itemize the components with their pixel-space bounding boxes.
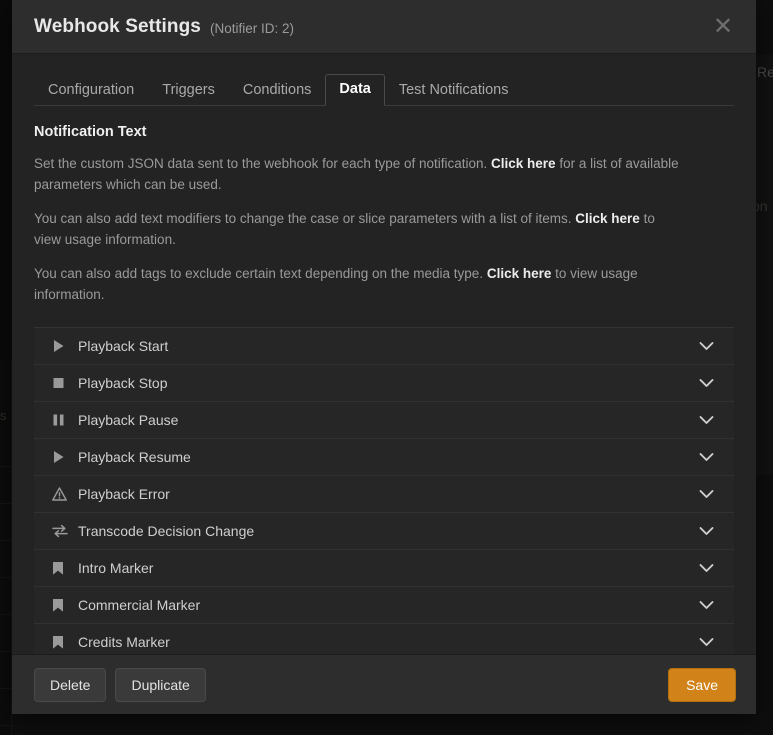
section-title: Notification Text [34,124,147,140]
tab-bar: Configuration Triggers Conditions Data T… [34,70,734,106]
modal-footer: Delete Duplicate Save [12,654,756,714]
accordion-row[interactable]: Transcode Decision Change [34,513,734,551]
bookmark-icon [52,561,74,576]
modal-body: Configuration Triggers Conditions Data T… [12,54,756,654]
accordion-row[interactable]: Playback Pause [34,402,734,440]
chevron-down-icon[interactable] [696,489,716,499]
play-icon [52,339,74,353]
accordion-row[interactable]: Credits Marker [34,624,734,654]
desc-1-before: Set the custom JSON data sent to the web… [34,156,492,171]
accordion-row-label: Commercial Marker [78,597,201,614]
tab-triggers[interactable]: Triggers [148,75,229,106]
accordion-row[interactable]: Playback Start [34,328,734,366]
chevron-down-icon[interactable] [696,378,716,388]
accordion-row[interactable]: Commercial Marker [34,587,734,625]
bookmark-icon [52,598,74,613]
chevron-down-icon[interactable] [696,415,716,425]
accordion-row-label: Credits Marker [78,634,170,651]
description-paragraph-3: You can also add tags to exclude certain… [34,264,684,305]
parameters-help-link[interactable]: Click here [491,156,556,171]
accordion-row-label: Transcode Decision Change [78,523,255,540]
delete-button[interactable]: Delete [34,667,107,702]
pause-icon [52,413,74,427]
page-title: Webhook Settings [34,15,201,37]
tab-data[interactable]: Data [325,74,385,106]
description-paragraph-2: You can also add text modifiers to chang… [34,209,684,250]
modal-header: Webhook Settings (Notifier ID: 2) ✕ [12,0,756,54]
desc-3-before: You can also add tags to exclude certain… [34,266,487,282]
accordion-row[interactable]: Playback Error [34,476,734,514]
close-icon[interactable]: ✕ [710,13,736,39]
desc-2-before: You can also add text modifiers to chang… [34,211,576,227]
tab-configuration[interactable]: Configuration [34,75,148,106]
accordion-row[interactable]: Playback Stop [34,365,734,403]
play-icon [52,450,74,464]
webhook-settings-modal: Webhook Settings (Notifier ID: 2) ✕ Conf… [12,0,756,714]
chevron-down-icon[interactable] [696,600,716,610]
stop-icon [52,376,74,390]
accordion-row[interactable]: Intro Marker [34,550,734,588]
media-tags-help-link[interactable]: Click here [487,266,552,281]
accordion-row-label: Playback Stop [78,375,168,392]
chevron-down-icon[interactable] [696,637,716,647]
accordion-row-label: Intro Marker [78,560,154,577]
warning-icon [52,487,74,501]
tab-conditions[interactable]: Conditions [229,75,326,106]
chevron-down-icon[interactable] [696,452,716,462]
exchange-icon [52,524,74,538]
text-modifiers-help-link[interactable]: Click here [575,211,640,226]
accordion-row-label: Playback Resume [78,449,191,466]
accordion-row[interactable]: Playback Resume [34,439,734,477]
duplicate-button[interactable]: Duplicate [115,667,206,702]
bookmark-icon [52,635,74,650]
chevron-down-icon[interactable] [696,341,716,351]
description-paragraph-1: Set the custom JSON data sent to the web… [34,154,684,195]
chevron-down-icon[interactable] [696,563,716,573]
accordion-row-label: Playback Error [78,486,170,503]
save-button[interactable]: Save [668,667,736,702]
notifier-id-label: (Notifier ID: 2) [209,21,294,36]
notification-type-accordion: Playback Start Playback Stop Playback Paus… [34,327,734,654]
chevron-down-icon[interactable] [696,526,716,536]
tab-test-notifications[interactable]: Test Notifications [385,75,523,106]
screen-root: Re on s Webhook Settings (Notifier ID: 2… [0,0,773,735]
accordion-row-label: Playback Start [78,338,169,355]
accordion-row-label: Playback Pause [78,412,179,429]
